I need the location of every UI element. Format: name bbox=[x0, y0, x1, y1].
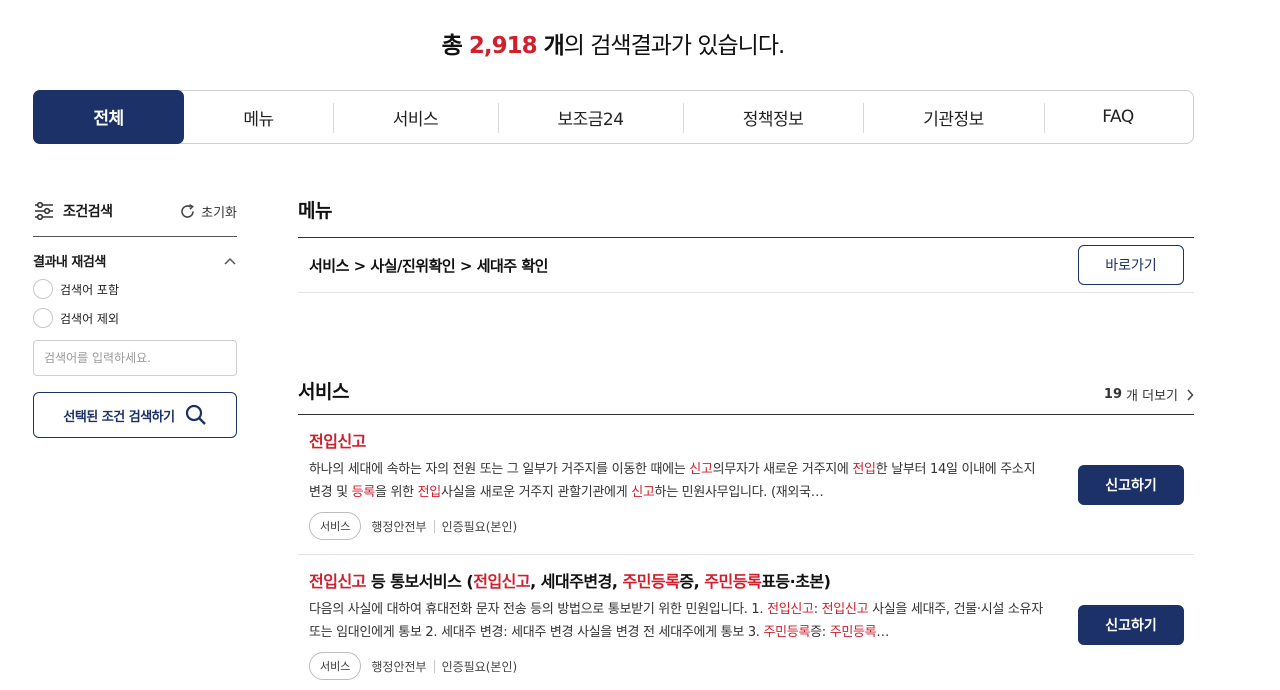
tab-agency[interactable]: 기관정보 bbox=[863, 91, 1044, 143]
highlighted-keyword: 주민등록 bbox=[704, 572, 762, 591]
filter-sliders-icon bbox=[35, 201, 53, 221]
highlighted-keyword: 신고 bbox=[689, 462, 713, 477]
auth-label: 인증필요(본인) bbox=[441, 519, 518, 534]
text-segment: 표등·초본) bbox=[761, 572, 831, 591]
exclude-label: 검색어 제외 bbox=[60, 311, 120, 326]
auth-label: 인증필요(본인) bbox=[441, 659, 518, 674]
research-input[interactable] bbox=[33, 340, 237, 376]
agency-label: 행정안전부 bbox=[371, 519, 427, 534]
condition-search-button[interactable]: 선택된 조건 검색하기 bbox=[33, 392, 237, 438]
reset-button[interactable]: 초기화 bbox=[179, 202, 237, 221]
condition-search-label: 선택된 조건 검색하기 bbox=[63, 409, 175, 425]
menu-section-title: 메뉴 bbox=[298, 200, 332, 222]
reset-label: 초기화 bbox=[201, 205, 237, 221]
meta-divider bbox=[433, 519, 435, 533]
headline-prefix: 총 bbox=[441, 33, 469, 59]
refresh-icon bbox=[181, 203, 195, 218]
highlighted-keyword: 등록 bbox=[351, 485, 376, 500]
highlighted-keyword: 신고 bbox=[631, 485, 655, 500]
tab-policy[interactable]: 정책정보 bbox=[683, 91, 863, 143]
menu-result-row: 서비스 > 사실/진위확인 > 세대주 확인 바로가기 bbox=[298, 237, 1194, 293]
results-main: 메뉴 서비스 > 사실/진위확인 > 세대주 확인 바로가기 서비스 19 개 … bbox=[298, 196, 1194, 690]
text-segment: 사실을 새로운 거주지 관할기관에게 bbox=[440, 485, 632, 500]
chevron-up-icon bbox=[224, 257, 236, 265]
tab-service[interactable]: 서비스 bbox=[333, 91, 498, 143]
report-button[interactable]: 신고하기 bbox=[1078, 465, 1184, 505]
text-segment: … bbox=[876, 625, 890, 640]
service-description: 다음의 사실에 대하여 휴대전화 문자 전송 등의 방법으로 통보받기 위한 민… bbox=[309, 598, 1044, 644]
highlighted-keyword: 전입신고 bbox=[309, 432, 366, 451]
highlighted-keyword: 전입신고 bbox=[473, 572, 531, 591]
service-title[interactable]: 전입신고 bbox=[309, 431, 1044, 453]
agency-label: 행정안전부 bbox=[371, 659, 427, 674]
service-meta: 서비스 행정안전부 인증필요(본인) bbox=[309, 652, 1044, 680]
text-segment: 하나의 세대에 속하는 자의 전원 또는 그 일부가 거주지를 이동한 때에는 bbox=[309, 462, 690, 477]
text-segment: 다음의 사실에 대하여 휴대전화 문자 전송 등의 방법으로 통보받기 위한 민… bbox=[309, 602, 768, 617]
tab-menu[interactable]: 메뉴 bbox=[184, 91, 333, 143]
text-segment: 하는 민원사무입니다. (재외국… bbox=[654, 485, 824, 500]
include-radio[interactable] bbox=[33, 279, 53, 299]
result-count: 2,918 bbox=[468, 33, 538, 59]
include-label: 검색어 포함 bbox=[60, 282, 120, 297]
service-item: 전입신고 하나의 세대에 속하는 자의 전원 또는 그 일부가 거주지를 이동한… bbox=[298, 415, 1194, 555]
more-count: 19 bbox=[1103, 387, 1123, 402]
highlighted-keyword: 전입신고 bbox=[309, 572, 366, 591]
text-segment: : bbox=[813, 602, 822, 617]
exclude-radio[interactable] bbox=[33, 308, 53, 328]
meta-divider bbox=[433, 659, 435, 673]
highlighted-keyword: 전입 bbox=[417, 485, 442, 500]
service-description: 하나의 세대에 속하는 자의 전원 또는 그 일부가 거주지를 이동한 때에는 … bbox=[309, 458, 1044, 504]
service-item: 전입신고 등 통보서비스 (전입신고, 세대주변경, 주민등록증, 주민등록표등… bbox=[298, 555, 1194, 690]
option-exclude[interactable]: 검색어 제외 bbox=[33, 308, 237, 328]
filter-sidebar: 조건검색 초기화 결과내 재검색 검색어 포함 검색어 제외 선택된 조건 검색… bbox=[33, 196, 237, 438]
service-list: 전입신고 하나의 세대에 속하는 자의 전원 또는 그 일부가 거주지를 이동한… bbox=[298, 415, 1194, 690]
shortcut-button[interactable]: 바로가기 bbox=[1078, 245, 1184, 285]
text-segment: 증, bbox=[679, 572, 705, 591]
research-label: 결과내 재검색 bbox=[33, 255, 106, 270]
service-section-header: 서비스 19 개 더보기 bbox=[298, 377, 1194, 415]
report-button[interactable]: 신고하기 bbox=[1078, 605, 1184, 645]
highlighted-keyword: 주민등록 bbox=[763, 625, 811, 640]
text-segment: 을 위한 bbox=[374, 485, 418, 500]
text-segment: 등 통보서비스 ( bbox=[365, 572, 474, 591]
text-segment: 증: bbox=[810, 625, 830, 640]
chevron-right-icon bbox=[1187, 388, 1194, 401]
category-chip: 서비스 bbox=[309, 652, 362, 680]
sidebar-divider bbox=[33, 236, 237, 237]
category-chip: 서비스 bbox=[309, 512, 362, 540]
more-services-link[interactable]: 19 개 더보기 bbox=[1104, 385, 1194, 404]
service-title[interactable]: 전입신고 등 통보서비스 (전입신고, 세대주변경, 주민등록증, 주민등록표등… bbox=[309, 571, 1044, 593]
search-icon bbox=[185, 404, 206, 425]
highlighted-keyword: 전입신고 bbox=[821, 602, 869, 617]
headline-unit: 개 bbox=[536, 33, 565, 59]
filter-header: 조건검색 초기화 bbox=[33, 196, 237, 226]
tab-all[interactable]: 전체 bbox=[33, 89, 184, 144]
highlighted-keyword: 전입신고 bbox=[767, 602, 814, 617]
service-section-title: 서비스 bbox=[298, 381, 349, 403]
filter-title-label: 조건검색 bbox=[63, 204, 113, 220]
text-segment: , 세대주변경, bbox=[530, 572, 623, 591]
highlighted-keyword: 주민등록 bbox=[829, 625, 877, 640]
menu-path[interactable]: 서비스 > 사실/진위확인 > 세대주 확인 bbox=[309, 255, 548, 276]
highlighted-keyword: 주민등록 bbox=[622, 572, 680, 591]
headline-suffix: 의 검색결과가 있습니다. bbox=[563, 33, 786, 59]
result-count-headline: 총 2,918 개의 검색결과가 있습니다. bbox=[0, 26, 1226, 60]
text-segment: 의무자가 새로운 거주지에 bbox=[712, 462, 853, 477]
filter-title: 조건검색 bbox=[33, 201, 113, 221]
more-label: 개 더보기 bbox=[1126, 389, 1178, 404]
research-toggle[interactable]: 결과내 재검색 bbox=[33, 251, 237, 270]
service-meta: 서비스 행정안전부 인증필요(본인) bbox=[309, 512, 1044, 540]
highlighted-keyword: 전입 bbox=[852, 462, 876, 477]
tab-faq[interactable]: FAQ bbox=[1044, 91, 1192, 143]
category-tabs: 전체 메뉴 서비스 보조금24 정책정보 기관정보 FAQ bbox=[33, 89, 1194, 144]
option-include[interactable]: 검색어 포함 bbox=[33, 279, 237, 299]
tab-subsidy24[interactable]: 보조금24 bbox=[498, 91, 683, 143]
